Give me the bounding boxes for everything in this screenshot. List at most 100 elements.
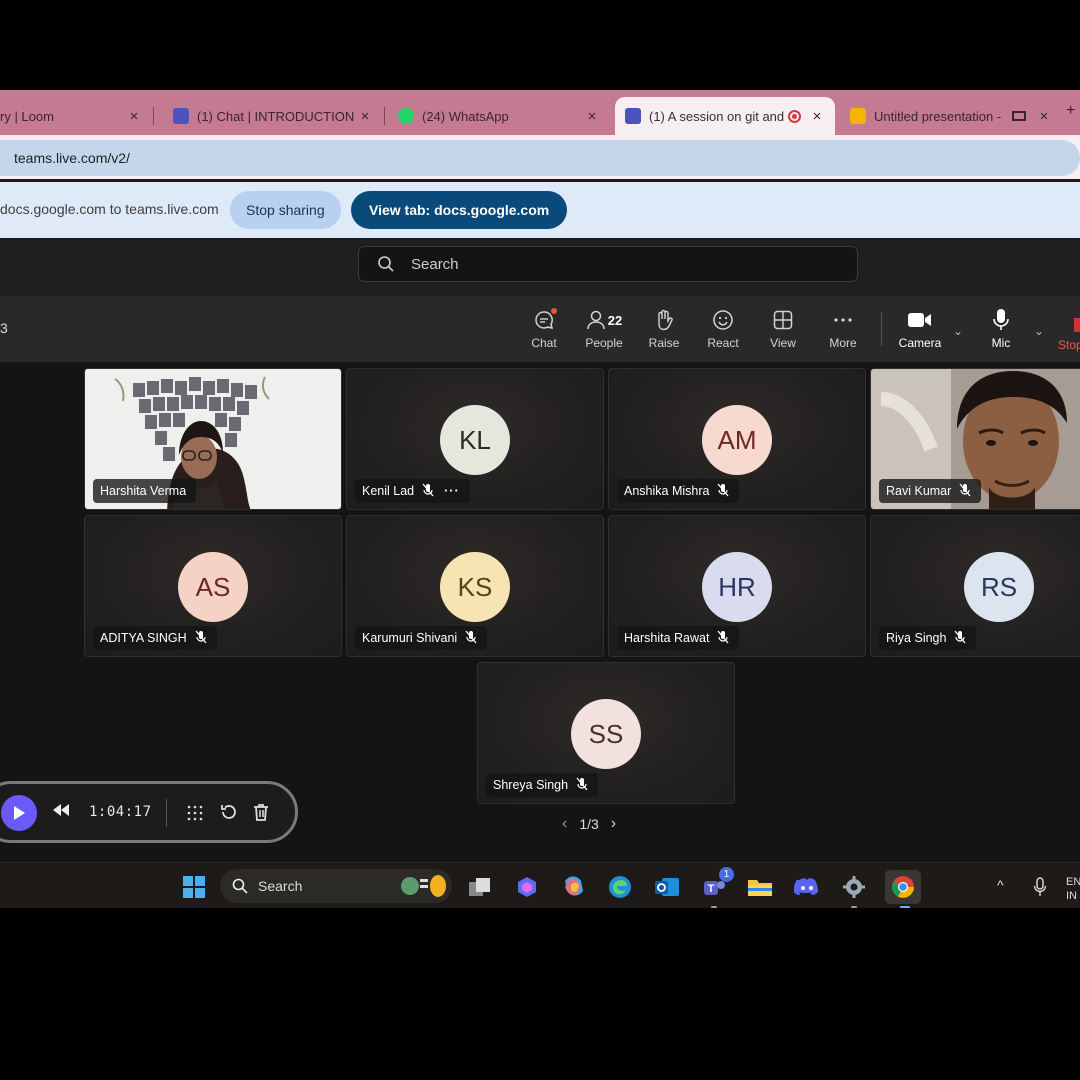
participant-name-tag: Kenil Lad ··· [355, 479, 470, 503]
tray-microphone-icon[interactable] [1026, 873, 1054, 901]
participant-tile[interactable]: AS ADITYA SINGH [84, 515, 342, 657]
start-button[interactable] [180, 873, 208, 901]
mic-muted-icon [576, 777, 588, 794]
next-page-button[interactable]: › [611, 815, 616, 833]
tab-git-session[interactable]: (1) A session on git and × [615, 97, 835, 135]
participant-tile[interactable]: SS Shreya Singh [477, 662, 735, 804]
taskbar-search[interactable]: Search [220, 869, 452, 903]
play-button[interactable] [1, 795, 37, 831]
input-language-indicator[interactable]: EN IN [1066, 875, 1080, 903]
file-explorer-icon[interactable] [746, 873, 774, 901]
people-icon [587, 310, 605, 330]
mic-label: Mic [991, 336, 1011, 350]
restart-button[interactable] [219, 802, 239, 827]
more-icon [834, 318, 852, 322]
more-button[interactable]: More [818, 306, 868, 350]
teams-search-input[interactable]: Search [358, 246, 858, 282]
search-highlight-icon [401, 875, 446, 897]
stop-label[interactable]: Stop [1058, 338, 1080, 352]
participant-name: Ravi Kumar [886, 484, 952, 498]
tab-untitled-presentation[interactable]: Untitled presentation - × [840, 97, 1062, 135]
mic-muted-icon [195, 630, 207, 647]
previous-page-button[interactable]: ‹ [562, 815, 567, 833]
close-tab-icon[interactable]: × [584, 108, 600, 125]
participant-tile[interactable]: HR Harshita Rawat [608, 515, 866, 657]
participant-name-tag: ADITYA SINGH [93, 626, 217, 650]
participant-tile[interactable]: Harshita Verma [84, 368, 342, 510]
mic-muted-icon [465, 630, 477, 647]
outlook-icon[interactable] [653, 873, 681, 901]
taskbar-search-label: Search [258, 878, 303, 894]
tab-whatsapp[interactable]: (24) WhatsApp × [388, 97, 610, 135]
language-code: EN [1066, 876, 1080, 888]
participant-name: ADITYA SINGH [100, 631, 187, 645]
mic-muted-icon [717, 630, 729, 647]
view-button[interactable]: View [758, 306, 808, 350]
address-bar-row: teams.live.com/v2/ [0, 135, 1080, 179]
people-button[interactable]: 22 People [579, 306, 629, 350]
edge-browser-icon[interactable] [606, 873, 634, 901]
tab-chat-introduction[interactable]: (1) Chat | INTRODUCTION × [163, 97, 385, 135]
participant-tile[interactable]: KS Karumuri Shivani [346, 515, 604, 657]
rewind-icon [53, 804, 69, 816]
tab-title: (1) Chat | INTRODUCTION [197, 108, 355, 124]
new-tab-button[interactable]: + [1066, 102, 1075, 120]
close-tab-icon[interactable]: × [1036, 108, 1052, 125]
drawing-grid-button[interactable] [185, 803, 205, 828]
tab-title: (24) WhatsApp [422, 108, 509, 124]
camera-button[interactable]: Camera [895, 306, 945, 350]
mic-muted-icon [959, 483, 971, 500]
chat-button[interactable]: Chat [519, 306, 569, 350]
participant-more-button[interactable]: ··· [444, 484, 460, 498]
rewind-button[interactable] [51, 802, 71, 823]
participant-name: Kenil Lad [362, 484, 415, 498]
tab-loom[interactable]: ry | Loom × [0, 97, 154, 135]
windows-logo-icon [183, 876, 205, 898]
task-view-icon[interactable] [466, 873, 494, 901]
close-tab-icon[interactable]: × [357, 108, 373, 125]
tab-title: Untitled presentation - [874, 108, 1002, 124]
raise-hand-button[interactable]: Raise [639, 306, 689, 350]
settings-gear-icon[interactable] [840, 873, 868, 901]
react-label: React [707, 336, 739, 350]
discord-icon[interactable] [793, 873, 821, 901]
chat-label: Chat [531, 336, 557, 350]
search-icon [232, 878, 248, 894]
m365-copilot-icon[interactable] [560, 873, 588, 901]
chrome-icon[interactable] [885, 870, 921, 904]
close-tab-icon[interactable]: × [126, 108, 142, 125]
teams-app-icon[interactable]: T 1 [700, 867, 734, 901]
copilot-icon[interactable] [513, 873, 541, 901]
microphone-icon [993, 309, 1009, 330]
participant-name: Karumuri Shivani [362, 631, 458, 645]
stop-share-icon[interactable] [1074, 318, 1080, 332]
avatar: AM [702, 405, 772, 475]
avatar: KS [440, 552, 510, 622]
participant-name-tag: Riya Singh [879, 626, 977, 650]
search-placeholder: Search [411, 255, 459, 273]
tray-overflow-icon[interactable]: ^ [997, 877, 1004, 893]
browser-tab-strip: ry | Loom × (1) Chat | INTRODUCTION × (2… [0, 90, 1080, 135]
recording-time: 1:04:17 [89, 804, 152, 820]
svg-text:T: T [708, 883, 715, 895]
windows-taskbar: Search T 1 ^ EN IN [0, 862, 1080, 908]
grid-view-icon [773, 310, 793, 330]
smiley-icon [713, 310, 733, 330]
participant-name-tag: Karumuri Shivani [355, 626, 488, 650]
participant-tile[interactable]: AM Anshika Mishra [608, 368, 866, 510]
url-field[interactable]: teams.live.com/v2/ [0, 140, 1080, 176]
camera-options-chevron-icon[interactable]: ⌄ [953, 324, 963, 338]
mic-button[interactable]: Mic [976, 306, 1026, 350]
stop-sharing-button[interactable]: Stop sharing [230, 191, 341, 229]
participant-tile[interactable]: Ravi Kumar [870, 368, 1080, 510]
participant-tile[interactable]: RS Riya Singh [870, 515, 1080, 657]
react-button[interactable]: React [698, 306, 748, 350]
view-label: View [770, 336, 796, 350]
participant-tile[interactable]: KL Kenil Lad ··· [346, 368, 604, 510]
participant-name-tag: Harshita Rawat [617, 626, 740, 650]
close-tab-icon[interactable]: × [809, 108, 825, 125]
delete-recording-button[interactable] [251, 802, 271, 827]
view-tab-button[interactable]: View tab: docs.google.com [351, 191, 568, 229]
mic-options-chevron-icon[interactable]: ⌄ [1034, 324, 1044, 338]
screen-share-bar: docs.google.com to teams.live.com Stop s… [0, 182, 1080, 238]
